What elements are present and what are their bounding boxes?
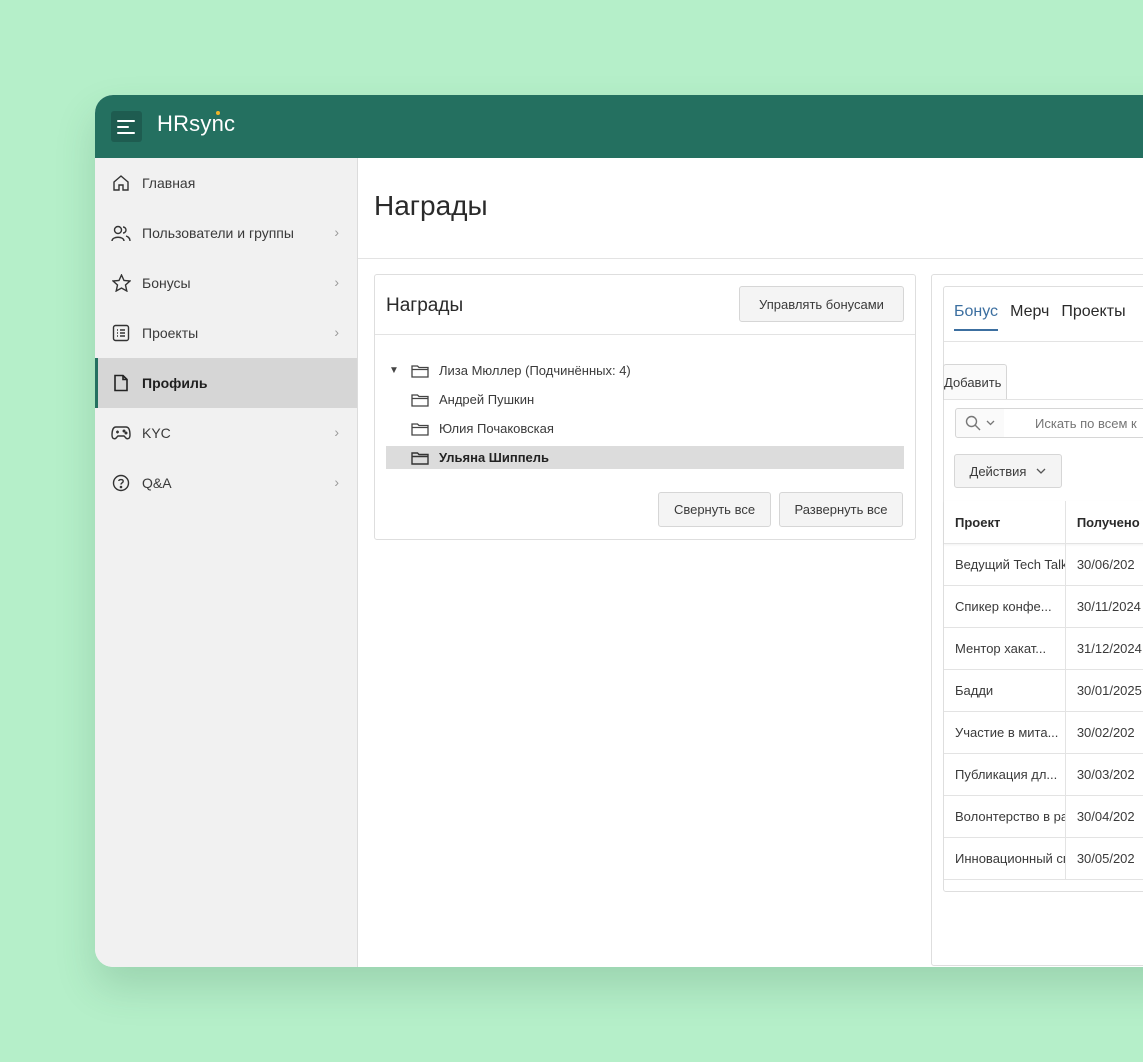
home-icon: [111, 173, 131, 193]
top-bar: HRsync: [95, 95, 1143, 158]
cell-project: Волонтерство в рамках CSR: [944, 796, 1066, 837]
app-logo[interactable]: HRsync: [157, 111, 235, 137]
search-field-selector[interactable]: [955, 408, 1005, 438]
cell-received: 30/05/202: [1076, 851, 1135, 866]
bonus-table: Проект Получено Ведущий Tech Talk 30/06/…: [944, 501, 1143, 880]
awards-panel-title: Награды: [386, 295, 464, 316]
cell-project: Бадди: [944, 670, 1066, 711]
page-title: Награды: [374, 190, 488, 221]
tree-item-label: Андрей Пушкин: [439, 392, 535, 407]
cell-project: Публикация дл...: [944, 754, 1066, 795]
sidebar-item-label: Бонусы: [142, 275, 191, 291]
tab-merch[interactable]: Мерч: [1010, 303, 1049, 331]
sidebar-item-label: Проекты: [142, 325, 199, 341]
table-row[interactable]: Волонтерство в рамках CSR 30/04/202: [944, 796, 1143, 838]
sidebar-item-label: Профиль: [142, 375, 208, 391]
chevron-right-icon: ›: [334, 324, 339, 340]
add-button[interactable]: Добавить: [943, 364, 1007, 400]
gamepad-icon: [111, 423, 131, 443]
users-icon: [111, 223, 131, 243]
app-window: HRsync Главная Пользователи и группы › Б…: [95, 95, 1143, 967]
sidebar-item-users[interactable]: Пользователи и группы ›: [95, 208, 357, 258]
sidebar-item-profile[interactable]: Профиль: [95, 358, 357, 408]
bonus-panel: Бонус Мерч Проекты Добавить Действия: [931, 274, 1143, 966]
cell-received: 30/01/2025: [1076, 683, 1142, 698]
chevron-down-icon: [1037, 468, 1046, 474]
bonus-card: Бонус Мерч Проекты Добавить Действия: [943, 286, 1143, 892]
sidebar-item-kyc[interactable]: KYC ›: [95, 408, 357, 458]
chevron-right-icon: ›: [334, 474, 339, 490]
tree-item-label: Ульяна Шиппель: [439, 450, 550, 465]
cell-received: 31/12/2024: [1076, 641, 1142, 656]
cell-received: 30/04/202: [1076, 809, 1135, 824]
sidebar: Главная Пользователи и группы › Бонусы ›…: [95, 158, 358, 967]
chevron-down-icon: [986, 420, 995, 426]
tree-item-selected[interactable]: Ульяна Шиппель: [386, 446, 904, 469]
divider: [375, 334, 915, 335]
search-input[interactable]: [1004, 408, 1143, 438]
list-icon: [111, 323, 131, 343]
cell-project: Инновационный спринт: [944, 838, 1066, 879]
collapse-all-button[interactable]: Свернуть все: [658, 492, 771, 527]
sidebar-item-bonuses[interactable]: Бонусы ›: [95, 258, 357, 308]
tree-item-label: Юлия Почаковская: [439, 421, 554, 436]
expand-all-button[interactable]: Развернуть все: [779, 492, 903, 527]
tab-projects[interactable]: Проекты: [1061, 303, 1125, 331]
table-row[interactable]: Бадди 30/01/2025: [944, 670, 1143, 712]
star-icon: [111, 273, 131, 293]
sidebar-item-home[interactable]: Главная: [95, 158, 357, 208]
tree-item-root[interactable]: ▼ Лиза Мюллер (Подчинённых: 4): [386, 359, 904, 382]
sidebar-item-label: KYC: [142, 425, 171, 441]
awards-panel: Награды Управлять бонусами ▼ Лиза Мюллер…: [374, 274, 916, 540]
cell-received: 30/03/202: [1076, 767, 1135, 782]
table-row[interactable]: Спикер конфе... 30/11/2024: [944, 586, 1143, 628]
table-row[interactable]: Участие в мита... 30/02/202: [944, 712, 1143, 754]
tree-item-label: Лиза Мюллер (Подчинённых: 4): [439, 363, 631, 378]
folder-icon: [411, 364, 429, 378]
cell-project: Ментор хакат...: [944, 628, 1066, 669]
cell-project: Участие в мита...: [944, 712, 1066, 753]
chevron-right-icon: ›: [334, 424, 339, 440]
sidebar-item-projects[interactable]: Проекты ›: [95, 308, 357, 358]
table-header-row: Проект Получено: [944, 501, 1143, 544]
tab-bonus[interactable]: Бонус: [954, 303, 999, 331]
table-row[interactable]: Публикация дл... 30/03/202: [944, 754, 1143, 796]
folder-icon: [411, 451, 429, 465]
table-row[interactable]: Инновационный спринт 30/05/202: [944, 838, 1143, 880]
caret-down-icon[interactable]: ▼: [389, 365, 403, 376]
column-header-received[interactable]: Получено: [1066, 501, 1143, 543]
chevron-right-icon: ›: [334, 224, 339, 240]
sidebar-item-label: Пользователи и группы: [142, 225, 294, 241]
question-icon: [111, 473, 131, 493]
document-icon: [111, 373, 131, 393]
tree-item[interactable]: Андрей Пушкин: [386, 388, 904, 411]
sidebar-item-qa[interactable]: Q&A ›: [95, 458, 357, 508]
main-content: Награды Награды Управлять бонусами ▼ Лиз…: [358, 158, 1143, 967]
manage-bonuses-button[interactable]: Управлять бонусами: [739, 286, 904, 322]
folder-icon: [411, 393, 429, 407]
chevron-right-icon: ›: [334, 274, 339, 290]
divider: [358, 258, 1143, 259]
tab-bar: Бонус Мерч Проекты: [954, 303, 1126, 331]
divider: [944, 341, 1143, 342]
sidebar-item-label: Главная: [142, 175, 196, 191]
actions-dropdown-button[interactable]: Действия: [954, 454, 1062, 488]
cell-received: 30/11/2024: [1076, 599, 1141, 614]
tree-item[interactable]: Юлия Почаковская: [386, 417, 904, 440]
actions-label: Действия: [969, 463, 1027, 479]
search-icon: [965, 415, 981, 431]
cell-received: 30/02/202: [1076, 725, 1135, 740]
table-row[interactable]: Ведущий Tech Talk 30/06/202: [944, 544, 1143, 586]
table-row[interactable]: Ментор хакат... 31/12/2024: [944, 628, 1143, 670]
hamburger-menu-button[interactable]: [111, 111, 142, 142]
cell-received: 30/06/202: [1076, 557, 1135, 572]
sidebar-item-label: Q&A: [142, 475, 172, 491]
folder-icon: [411, 422, 429, 436]
search-bar: [944, 399, 1143, 444]
cell-project: Спикер конфе...: [944, 586, 1066, 627]
cell-project: Ведущий Tech Talk: [944, 544, 1066, 585]
column-header-project[interactable]: Проект: [944, 501, 1066, 543]
